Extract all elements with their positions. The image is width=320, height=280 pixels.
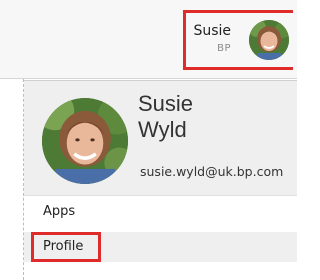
profile-first-name: Susie (138, 91, 194, 116)
header-avatar[interactable] (249, 20, 289, 60)
profile-email: susie.wyld@uk.bp.com (140, 164, 284, 179)
avatar-photo-icon (249, 20, 289, 60)
profile-card: Susie Wyld susie.wyld@uk.bp.com (24, 80, 297, 196)
profile-last-name: Wyld (138, 117, 187, 142)
avatar-photo-icon (42, 98, 128, 184)
user-account-button[interactable]: Susie BP (183, 10, 293, 70)
menu-item-apps[interactable]: Apps (24, 197, 297, 227)
profile-avatar (42, 98, 128, 184)
menu-item-label: Apps (43, 204, 76, 219)
menu-item-label: Profile (43, 239, 84, 254)
header-user-company: BP (217, 43, 231, 54)
header-user-name: Susie (193, 23, 231, 39)
top-bar: Susie BP (0, 0, 297, 79)
menu-item-profile[interactable]: Profile (24, 232, 297, 262)
